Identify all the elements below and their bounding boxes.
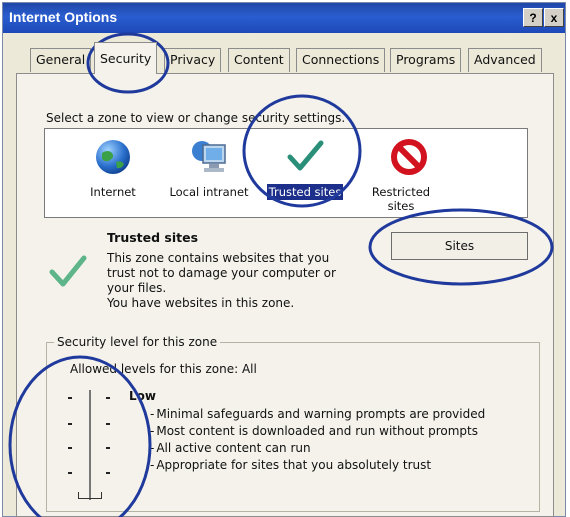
level-bullet: Minimal safeguards and warning prompts a…	[150, 407, 485, 421]
level-bullet: Appropriate for sites that you absolutel…	[150, 458, 431, 472]
allowed-levels-text: Allowed levels for this zone: All	[70, 362, 257, 376]
window-title: Internet Options	[9, 9, 118, 25]
title-bar[interactable]: Internet Options ? x	[3, 3, 565, 33]
tab-security[interactable]: Security	[94, 42, 158, 74]
zone-local-intranet-label: Local intranet	[169, 185, 249, 199]
sites-button[interactable]: Sites	[391, 232, 528, 260]
slider-tick	[68, 447, 72, 449]
checkmark-icon	[287, 140, 324, 171]
no-entry-icon	[391, 139, 427, 175]
slider-tick	[68, 472, 72, 474]
close-button[interactable]: x	[544, 8, 564, 27]
slider-tick	[106, 423, 110, 425]
trusted-checkmark-icon	[49, 255, 87, 287]
tab-content[interactable]: Content	[228, 48, 290, 72]
slider-tick	[68, 423, 72, 425]
security-level-name: Low	[129, 389, 156, 403]
zone-local-intranet[interactable]: Local intranet	[161, 129, 257, 217]
tab-privacy[interactable]: Privacy	[164, 48, 222, 72]
slider-tick	[68, 397, 72, 399]
globe-icon	[96, 140, 130, 174]
zone-description-text: This zone contains websites that you tru…	[107, 251, 336, 310]
zone-trusted-sites-label: Trusted sites	[266, 184, 344, 200]
slider-tick	[106, 472, 110, 474]
zone-internet-label: Internet	[90, 185, 136, 199]
level-bullet: Most content is downloaded and run witho…	[150, 424, 478, 438]
zone-trusted-sites[interactable]: Trusted sites	[257, 129, 353, 217]
slider-tick	[106, 447, 110, 449]
zone-restricted-sites[interactable]: Restricted sites	[361, 129, 457, 217]
zone-restricted-sites-label: Restricted sites	[371, 185, 431, 213]
level-bullet: All active content can run	[150, 441, 310, 455]
zone-list: Internet Local intranet Trusted sites Re…	[44, 128, 528, 218]
zone-description-title: Trusted sites	[107, 230, 199, 245]
security-level-slider-track[interactable]	[89, 390, 91, 500]
intranet-computer-icon	[192, 141, 226, 172]
tab-advanced[interactable]: Advanced	[468, 48, 542, 72]
slider-tick	[106, 397, 110, 399]
zone-prompt: Select a zone to view or change security…	[46, 111, 346, 125]
help-button[interactable]: ?	[523, 8, 543, 27]
zone-internet[interactable]: Internet	[65, 129, 161, 217]
tab-general[interactable]: General	[30, 48, 92, 72]
tab-programs[interactable]: Programs	[390, 48, 462, 72]
tab-connections[interactable]: Connections	[296, 48, 386, 72]
security-level-slider-thumb[interactable]	[78, 492, 102, 499]
security-level-group-label: Security level for this zone	[54, 335, 221, 349]
